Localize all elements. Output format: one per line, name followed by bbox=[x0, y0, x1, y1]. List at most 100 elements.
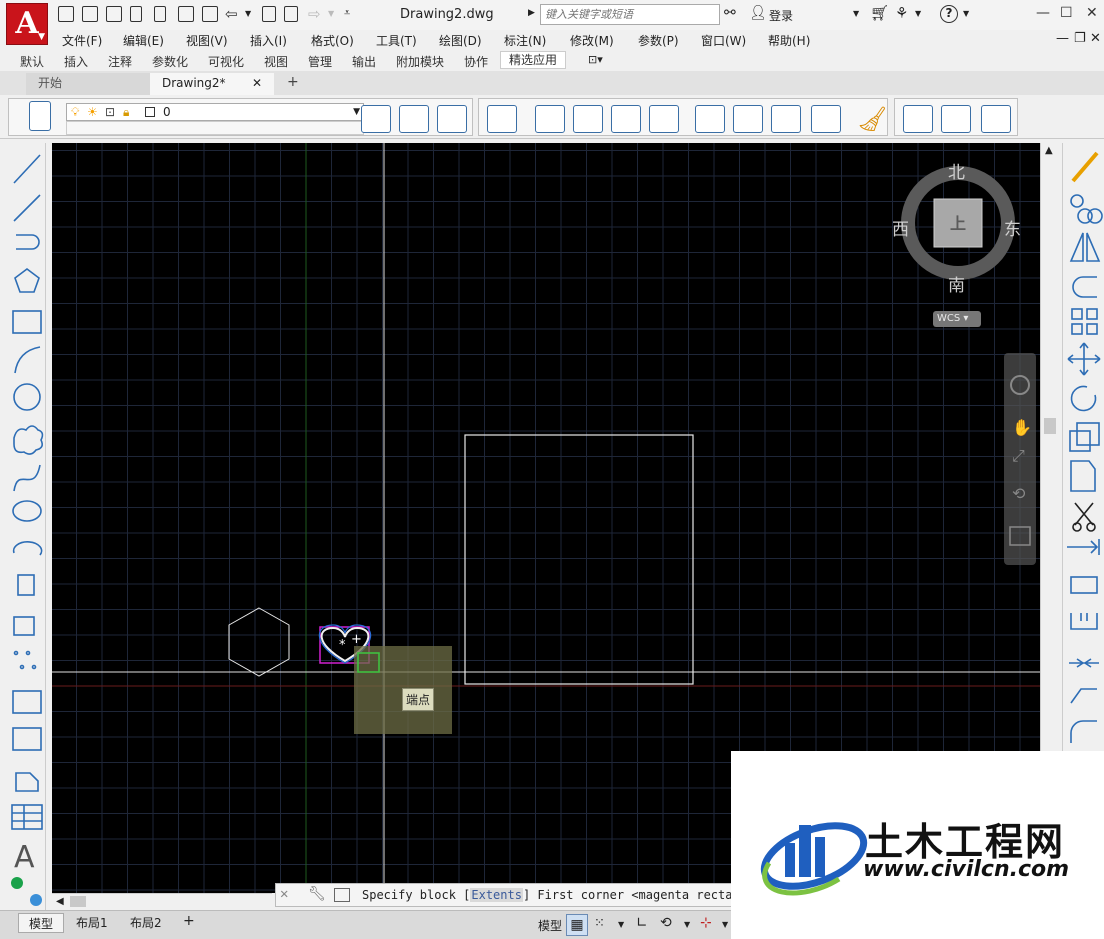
chevron-right-icon[interactable]: ▶ bbox=[528, 8, 535, 18]
polar-tracking-icon[interactable]: ⟲ bbox=[660, 915, 672, 931]
menu-view[interactable]: 视图(V) bbox=[186, 32, 228, 49]
command-option-extents[interactable]: Extents bbox=[470, 888, 523, 902]
layout-tab-model[interactable]: 模型 bbox=[18, 913, 65, 933]
compass-north[interactable]: 北 bbox=[948, 158, 965, 183]
ucs-menu[interactable]: WCS ▾ bbox=[933, 311, 981, 327]
polyline-edit-icon[interactable] bbox=[573, 105, 603, 133]
doc-close-button[interactable]: ✕ bbox=[1090, 31, 1101, 46]
undo-icon[interactable]: ⇦ bbox=[225, 5, 238, 23]
menu-help[interactable]: 帮助(H) bbox=[768, 32, 810, 49]
isodraft-icon[interactable]: ⊹ bbox=[700, 915, 712, 931]
print-icon[interactable] bbox=[178, 6, 194, 22]
layout-tab-layout1[interactable]: 布局1 bbox=[66, 913, 118, 933]
connect-icon[interactable]: ⚘ bbox=[895, 4, 908, 22]
layer-dropdown[interactable]: 💡︎ ☀ ⊡ 🔒︎ 0 ▼ bbox=[66, 103, 364, 121]
menu-edit[interactable]: 编辑(E) bbox=[123, 32, 164, 49]
tab-output[interactable]: 输出 bbox=[352, 53, 376, 70]
hatch-edit-icon[interactable] bbox=[535, 105, 565, 133]
new-tab-button[interactable]: + bbox=[287, 74, 299, 90]
login-dropdown-icon[interactable]: ▼ bbox=[853, 9, 859, 18]
customize-qat-icon[interactable]: ⩡ bbox=[344, 6, 350, 20]
attribute-edit-icon[interactable] bbox=[695, 105, 725, 133]
close-icon[interactable]: ✕ bbox=[252, 73, 262, 93]
isodraft-dropdown-icon[interactable]: ▼ bbox=[722, 920, 728, 929]
command-prompt-icon[interactable] bbox=[334, 888, 350, 902]
cleanup-broom-icon[interactable]: 🧹︎ bbox=[857, 105, 887, 133]
layout-tab-layout2[interactable]: 布局2 bbox=[120, 913, 172, 933]
tab-view[interactable]: 视图 bbox=[264, 53, 288, 70]
doc-tab-start[interactable]: 开始 bbox=[26, 73, 150, 95]
tab-visualize[interactable]: 可视化 bbox=[208, 53, 244, 70]
tab-collaborate[interactable]: 协作 bbox=[464, 53, 488, 70]
undo-dropdown-icon[interactable]: ▼ bbox=[245, 9, 251, 18]
compass-east[interactable]: 东 bbox=[1004, 215, 1021, 240]
edit-text-icon[interactable] bbox=[903, 105, 933, 133]
add-layout-button[interactable]: + bbox=[183, 913, 195, 929]
tab-parametric[interactable]: 参数化 bbox=[152, 53, 188, 70]
zoom-window-icon[interactable] bbox=[262, 6, 276, 22]
menu-draw[interactable]: 绘图(D) bbox=[439, 32, 482, 49]
scroll-left-icon[interactable]: ◀ bbox=[56, 896, 64, 907]
user-icon[interactable]: 👤︎ bbox=[749, 5, 767, 21]
scroll-thumb[interactable] bbox=[1044, 418, 1056, 434]
binoculars-icon[interactable]: ⚯ bbox=[724, 5, 736, 21]
close-button[interactable]: ✕ bbox=[1086, 5, 1098, 21]
help-icon[interactable]: ? bbox=[940, 5, 958, 23]
minimize-button[interactable]: — bbox=[1036, 5, 1050, 21]
command-line[interactable]: ✕ 🔧︎ Specify block [Extents] First corne… bbox=[275, 883, 747, 907]
help-dropdown-icon[interactable]: ▼ bbox=[963, 9, 969, 18]
open-icon[interactable] bbox=[58, 6, 74, 22]
search-input[interactable] bbox=[540, 4, 720, 25]
menu-window[interactable]: 窗口(W) bbox=[701, 32, 746, 49]
plot-icon[interactable] bbox=[202, 6, 218, 22]
attribute-manager-icon[interactable] bbox=[811, 105, 841, 133]
save-as-icon[interactable] bbox=[106, 6, 122, 22]
scroll-up-icon[interactable]: ▲ bbox=[1045, 145, 1053, 156]
ribbon-minimize-icon[interactable]: ⊡▾ bbox=[588, 53, 603, 66]
snap-dropdown-icon[interactable]: ▼ bbox=[618, 920, 624, 929]
horizontal-scrollbar[interactable]: ◀ bbox=[52, 893, 272, 909]
snap-mode-icon[interactable]: ⁙ bbox=[594, 916, 605, 931]
doc-tab-drawing2[interactable]: Drawing2* ✕ bbox=[150, 73, 274, 95]
menu-tools[interactable]: 工具(T) bbox=[376, 32, 417, 49]
connect-dropdown-icon[interactable]: ▼ bbox=[915, 9, 921, 18]
redo-dropdown-icon[interactable]: ▼ bbox=[328, 9, 334, 18]
doc-restore-button[interactable]: ❐ bbox=[1074, 31, 1086, 46]
model-space-button[interactable]: 模型 bbox=[538, 917, 562, 934]
tab-default[interactable]: 默认 bbox=[20, 53, 44, 70]
tab-insert[interactable]: 插入 bbox=[64, 53, 88, 70]
tab-addins[interactable]: 附加模块 bbox=[396, 53, 444, 70]
menu-parametric[interactable]: 参数(P) bbox=[638, 32, 679, 49]
export-icon[interactable] bbox=[154, 6, 166, 22]
polar-dropdown-icon[interactable]: ▼ bbox=[684, 920, 690, 929]
cart-icon[interactable]: 🛒︎ bbox=[870, 4, 889, 22]
grid-display-icon[interactable]: ▦ bbox=[566, 914, 588, 936]
tab-manage[interactable]: 管理 bbox=[308, 53, 332, 70]
sync-attributes-icon[interactable] bbox=[771, 105, 801, 133]
save-icon[interactable] bbox=[82, 6, 98, 22]
menu-modify[interactable]: 修改(M) bbox=[570, 32, 614, 49]
tab-annotate[interactable]: 注释 bbox=[108, 53, 132, 70]
publish-icon[interactable] bbox=[130, 6, 142, 22]
wrench-icon[interactable]: 🔧︎ bbox=[308, 886, 326, 902]
redo-icon[interactable]: ⇨ bbox=[308, 5, 321, 23]
menu-insert[interactable]: 插入(I) bbox=[250, 32, 287, 49]
hscroll-thumb[interactable] bbox=[70, 896, 86, 907]
layer-properties-icon[interactable] bbox=[29, 101, 51, 131]
find-text-icon[interactable] bbox=[981, 105, 1011, 133]
check-spelling-icon[interactable] bbox=[941, 105, 971, 133]
array-edit-icon[interactable] bbox=[649, 105, 679, 133]
application-menu-button[interactable]: A ▼ bbox=[6, 3, 48, 45]
login-link[interactable]: 登录 bbox=[769, 7, 793, 24]
viewcube-top-label[interactable]: 上 bbox=[950, 210, 966, 234]
make-current-icon[interactable] bbox=[361, 105, 391, 133]
ortho-mode-icon[interactable]: ∟ bbox=[636, 915, 648, 931]
maximize-button[interactable]: ☐ bbox=[1060, 5, 1073, 21]
compass-west[interactable]: 西 bbox=[892, 215, 909, 240]
layer-state-icon[interactable] bbox=[437, 105, 467, 133]
match-properties-icon[interactable] bbox=[284, 6, 298, 22]
menu-format[interactable]: 格式(O) bbox=[311, 32, 354, 49]
menu-dimension[interactable]: 标注(N) bbox=[504, 32, 546, 49]
doc-minimize-button[interactable]: — bbox=[1056, 31, 1069, 46]
spline-edit-icon[interactable] bbox=[611, 105, 641, 133]
